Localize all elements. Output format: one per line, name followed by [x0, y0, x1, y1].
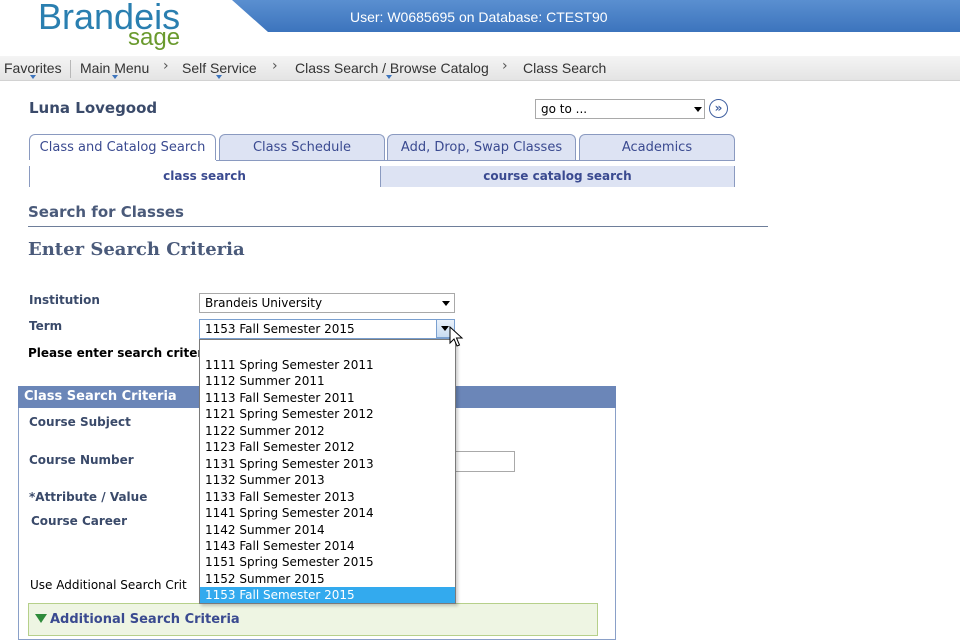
chevron-down-icon	[441, 326, 449, 331]
term-option[interactable]: 1122 Summer 2012	[200, 423, 455, 439]
term-select[interactable]: 1153 Fall Semester 2015	[199, 319, 455, 339]
term-option[interactable]: 1142 Summer 2014	[200, 522, 455, 538]
course-number-input[interactable]	[453, 451, 515, 472]
breadcrumb-chevron-icon: ›	[272, 58, 278, 74]
chevron-down-icon	[694, 107, 702, 112]
institution-label: Institution	[29, 293, 100, 307]
nav-divider	[70, 60, 71, 78]
chevron-down-icon	[442, 301, 450, 306]
favorites-dropdown-icon	[30, 75, 36, 79]
student-name: Luna Lovegood	[29, 99, 158, 117]
mouse-cursor-icon	[449, 326, 464, 347]
user-database-info: User: W0685695 on Database: CTEST90	[350, 9, 608, 25]
breadcrumb-class-search-browse[interactable]: Class Search / Browse Catalog	[295, 60, 489, 76]
attribute-value-label: *Attribute / Value	[29, 490, 148, 504]
goto-button[interactable]: »	[709, 99, 728, 118]
additional-criteria-label[interactable]: Additional Search Criteria	[50, 612, 240, 627]
term-option[interactable]: 1152 Summer 2015	[200, 571, 455, 587]
breadcrumb-class-search[interactable]: Class Search	[523, 60, 606, 76]
breadcrumb-chevron-icon: ›	[502, 58, 508, 74]
term-option[interactable]: 1123 Fall Semester 2012	[200, 439, 455, 455]
tab-add-drop-swap[interactable]: Add, Drop, Swap Classes	[387, 134, 576, 160]
term-label: Term	[29, 319, 63, 333]
expand-triangle-icon	[35, 614, 47, 623]
breadcrumb-chevron-icon: ›	[163, 58, 169, 74]
course-number-label: Course Number	[29, 453, 134, 467]
term-option[interactable]: 1132 Summer 2013	[200, 472, 455, 488]
tab-class-and-catalog-search[interactable]: Class and Catalog Search	[29, 134, 216, 160]
term-option[interactable]: 1121 Spring Semester 2012	[200, 406, 455, 422]
page-title: Search for Classes	[28, 203, 184, 221]
term-option[interactable]: 1153 Fall Semester 2015	[200, 587, 455, 604]
subtab-class-search[interactable]: class search	[29, 166, 379, 187]
institution-select[interactable]: Brandeis University	[199, 293, 455, 313]
term-option[interactable]: 1111 Spring Semester 2011	[200, 357, 455, 373]
main-menu[interactable]: Main Menu	[80, 60, 149, 76]
term-option[interactable]: 1143 Fall Semester 2014	[200, 538, 455, 554]
course-career-label: Course Career	[31, 514, 127, 528]
favorites-menu[interactable]: Favorites	[4, 60, 62, 76]
sage-logo: sage	[128, 24, 181, 51]
subtab-course-catalog-search[interactable]: course catalog search	[380, 166, 735, 187]
term-option[interactable]: 1141 Spring Semester 2014	[200, 505, 455, 521]
term-option[interactable]: 1151 Spring Semester 2015	[200, 554, 455, 570]
title-divider	[28, 226, 768, 227]
search-instructions: Please enter search criter	[28, 346, 200, 360]
self-service-dropdown-icon	[216, 75, 222, 79]
tab-class-schedule[interactable]: Class Schedule	[219, 134, 385, 160]
breadcrumb-self-service[interactable]: Self Service	[182, 60, 257, 76]
course-subject-label: Course Subject	[29, 415, 131, 429]
main-menu-dropdown-icon	[112, 75, 118, 79]
tab-baseline	[216, 160, 735, 161]
class-search-browse-dropdown-icon	[386, 75, 392, 79]
term-option[interactable]: 1113 Fall Semester 2011	[200, 390, 455, 406]
use-additional-criteria-label: Use Additional Search Crit	[30, 578, 187, 592]
term-option[interactable]: 1112 Summer 2011	[200, 373, 455, 389]
goto-value: go to ...	[541, 102, 588, 116]
page-subtitle: Enter Search Criteria	[28, 239, 245, 260]
criteria-header: Class Search Criteria	[24, 389, 177, 404]
tab-academics[interactable]: Academics	[579, 134, 735, 160]
term-option[interactable]: 1133 Fall Semester 2013	[200, 489, 455, 505]
term-option[interactable]: 1131 Spring Semester 2013	[200, 456, 455, 472]
